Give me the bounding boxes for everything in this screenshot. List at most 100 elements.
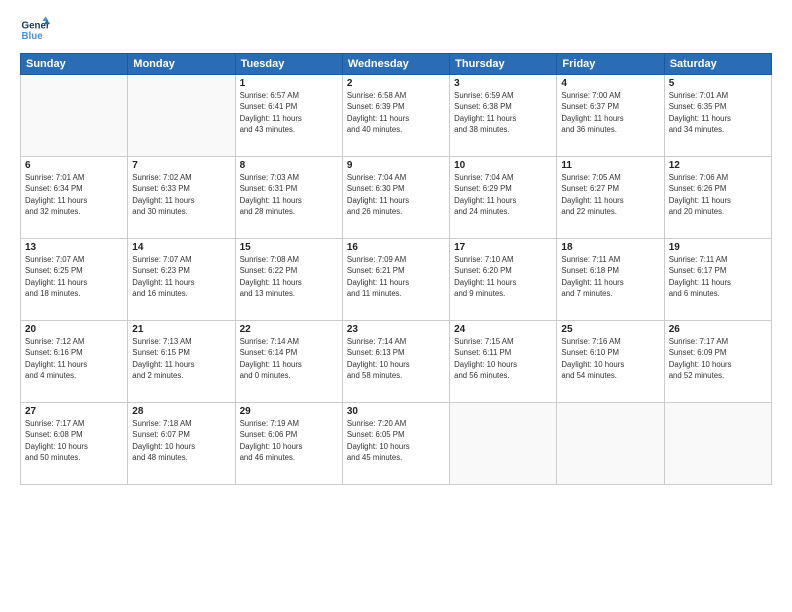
day-number: 13: [25, 242, 123, 253]
day-number: 5: [669, 78, 767, 89]
day-number: 25: [561, 324, 659, 335]
calendar-cell: 29Sunrise: 7:19 AM Sunset: 6:06 PM Dayli…: [235, 403, 342, 485]
weekday-header-saturday: Saturday: [664, 54, 771, 75]
calendar-cell: 13Sunrise: 7:07 AM Sunset: 6:25 PM Dayli…: [21, 239, 128, 321]
day-number: 8: [240, 160, 338, 171]
week-row-2: 6Sunrise: 7:01 AM Sunset: 6:34 PM Daylig…: [21, 157, 772, 239]
week-row-3: 13Sunrise: 7:07 AM Sunset: 6:25 PM Dayli…: [21, 239, 772, 321]
calendar-cell: 6Sunrise: 7:01 AM Sunset: 6:34 PM Daylig…: [21, 157, 128, 239]
calendar-cell: 3Sunrise: 6:59 AM Sunset: 6:38 PM Daylig…: [450, 75, 557, 157]
weekday-header-tuesday: Tuesday: [235, 54, 342, 75]
calendar-cell: 4Sunrise: 7:00 AM Sunset: 6:37 PM Daylig…: [557, 75, 664, 157]
day-info: Sunrise: 6:59 AM Sunset: 6:38 PM Dayligh…: [454, 90, 552, 135]
day-number: 27: [25, 406, 123, 417]
day-number: 11: [561, 160, 659, 171]
calendar-cell: 9Sunrise: 7:04 AM Sunset: 6:30 PM Daylig…: [342, 157, 449, 239]
day-number: 15: [240, 242, 338, 253]
day-info: Sunrise: 7:16 AM Sunset: 6:10 PM Dayligh…: [561, 336, 659, 381]
weekday-header-friday: Friday: [557, 54, 664, 75]
day-info: Sunrise: 7:14 AM Sunset: 6:14 PM Dayligh…: [240, 336, 338, 381]
calendar-cell: 23Sunrise: 7:14 AM Sunset: 6:13 PM Dayli…: [342, 321, 449, 403]
day-number: 26: [669, 324, 767, 335]
calendar-cell: 26Sunrise: 7:17 AM Sunset: 6:09 PM Dayli…: [664, 321, 771, 403]
day-number: 28: [132, 406, 230, 417]
day-info: Sunrise: 7:12 AM Sunset: 6:16 PM Dayligh…: [25, 336, 123, 381]
day-info: Sunrise: 7:13 AM Sunset: 6:15 PM Dayligh…: [132, 336, 230, 381]
day-number: 6: [25, 160, 123, 171]
day-number: 29: [240, 406, 338, 417]
calendar-cell: 10Sunrise: 7:04 AM Sunset: 6:29 PM Dayli…: [450, 157, 557, 239]
calendar-cell: 18Sunrise: 7:11 AM Sunset: 6:18 PM Dayli…: [557, 239, 664, 321]
day-info: Sunrise: 7:20 AM Sunset: 6:05 PM Dayligh…: [347, 418, 445, 463]
calendar-cell: 11Sunrise: 7:05 AM Sunset: 6:27 PM Dayli…: [557, 157, 664, 239]
day-info: Sunrise: 6:57 AM Sunset: 6:41 PM Dayligh…: [240, 90, 338, 135]
week-row-1: 1Sunrise: 6:57 AM Sunset: 6:41 PM Daylig…: [21, 75, 772, 157]
header: General Blue: [20, 15, 772, 45]
calendar-cell: 1Sunrise: 6:57 AM Sunset: 6:41 PM Daylig…: [235, 75, 342, 157]
calendar-cell: 20Sunrise: 7:12 AM Sunset: 6:16 PM Dayli…: [21, 321, 128, 403]
day-info: Sunrise: 7:01 AM Sunset: 6:34 PM Dayligh…: [25, 172, 123, 217]
day-number: 1: [240, 78, 338, 89]
day-number: 12: [669, 160, 767, 171]
day-info: Sunrise: 7:17 AM Sunset: 6:09 PM Dayligh…: [669, 336, 767, 381]
calendar-page: General Blue SundayMondayTuesdayWednesda…: [0, 0, 792, 612]
calendar-table: SundayMondayTuesdayWednesdayThursdayFrid…: [20, 53, 772, 485]
calendar-cell: [128, 75, 235, 157]
day-number: 4: [561, 78, 659, 89]
svg-text:Blue: Blue: [22, 31, 44, 42]
day-number: 19: [669, 242, 767, 253]
calendar-cell: 17Sunrise: 7:10 AM Sunset: 6:20 PM Dayli…: [450, 239, 557, 321]
day-number: 18: [561, 242, 659, 253]
weekday-header-row: SundayMondayTuesdayWednesdayThursdayFrid…: [21, 54, 772, 75]
calendar-cell: [664, 403, 771, 485]
day-number: 3: [454, 78, 552, 89]
weekday-header-thursday: Thursday: [450, 54, 557, 75]
day-info: Sunrise: 7:06 AM Sunset: 6:26 PM Dayligh…: [669, 172, 767, 217]
day-info: Sunrise: 7:15 AM Sunset: 6:11 PM Dayligh…: [454, 336, 552, 381]
day-number: 20: [25, 324, 123, 335]
calendar-cell: 25Sunrise: 7:16 AM Sunset: 6:10 PM Dayli…: [557, 321, 664, 403]
day-info: Sunrise: 7:18 AM Sunset: 6:07 PM Dayligh…: [132, 418, 230, 463]
day-number: 16: [347, 242, 445, 253]
calendar-cell: 12Sunrise: 7:06 AM Sunset: 6:26 PM Dayli…: [664, 157, 771, 239]
calendar-cell: 22Sunrise: 7:14 AM Sunset: 6:14 PM Dayli…: [235, 321, 342, 403]
weekday-header-sunday: Sunday: [21, 54, 128, 75]
calendar-cell: [557, 403, 664, 485]
day-info: Sunrise: 7:01 AM Sunset: 6:35 PM Dayligh…: [669, 90, 767, 135]
day-info: Sunrise: 7:09 AM Sunset: 6:21 PM Dayligh…: [347, 254, 445, 299]
day-info: Sunrise: 7:07 AM Sunset: 6:23 PM Dayligh…: [132, 254, 230, 299]
day-info: Sunrise: 7:17 AM Sunset: 6:08 PM Dayligh…: [25, 418, 123, 463]
day-info: Sunrise: 7:10 AM Sunset: 6:20 PM Dayligh…: [454, 254, 552, 299]
calendar-cell: 7Sunrise: 7:02 AM Sunset: 6:33 PM Daylig…: [128, 157, 235, 239]
day-number: 23: [347, 324, 445, 335]
day-info: Sunrise: 7:11 AM Sunset: 6:18 PM Dayligh…: [561, 254, 659, 299]
day-info: Sunrise: 7:02 AM Sunset: 6:33 PM Dayligh…: [132, 172, 230, 217]
day-info: Sunrise: 7:04 AM Sunset: 6:30 PM Dayligh…: [347, 172, 445, 217]
logo: General Blue: [20, 15, 54, 45]
day-info: Sunrise: 7:00 AM Sunset: 6:37 PM Dayligh…: [561, 90, 659, 135]
day-number: 24: [454, 324, 552, 335]
calendar-cell: [21, 75, 128, 157]
week-row-4: 20Sunrise: 7:12 AM Sunset: 6:16 PM Dayli…: [21, 321, 772, 403]
day-number: 10: [454, 160, 552, 171]
day-info: Sunrise: 7:04 AM Sunset: 6:29 PM Dayligh…: [454, 172, 552, 217]
calendar-cell: 2Sunrise: 6:58 AM Sunset: 6:39 PM Daylig…: [342, 75, 449, 157]
weekday-header-wednesday: Wednesday: [342, 54, 449, 75]
calendar-cell: 14Sunrise: 7:07 AM Sunset: 6:23 PM Dayli…: [128, 239, 235, 321]
day-info: Sunrise: 7:03 AM Sunset: 6:31 PM Dayligh…: [240, 172, 338, 217]
day-info: Sunrise: 7:07 AM Sunset: 6:25 PM Dayligh…: [25, 254, 123, 299]
day-number: 7: [132, 160, 230, 171]
day-number: 21: [132, 324, 230, 335]
day-number: 30: [347, 406, 445, 417]
calendar-cell: 8Sunrise: 7:03 AM Sunset: 6:31 PM Daylig…: [235, 157, 342, 239]
day-info: Sunrise: 7:14 AM Sunset: 6:13 PM Dayligh…: [347, 336, 445, 381]
day-info: Sunrise: 7:05 AM Sunset: 6:27 PM Dayligh…: [561, 172, 659, 217]
calendar-cell: 5Sunrise: 7:01 AM Sunset: 6:35 PM Daylig…: [664, 75, 771, 157]
day-info: Sunrise: 7:19 AM Sunset: 6:06 PM Dayligh…: [240, 418, 338, 463]
day-number: 2: [347, 78, 445, 89]
calendar-cell: 24Sunrise: 7:15 AM Sunset: 6:11 PM Dayli…: [450, 321, 557, 403]
calendar-cell: 16Sunrise: 7:09 AM Sunset: 6:21 PM Dayli…: [342, 239, 449, 321]
calendar-cell: 30Sunrise: 7:20 AM Sunset: 6:05 PM Dayli…: [342, 403, 449, 485]
calendar-cell: 15Sunrise: 7:08 AM Sunset: 6:22 PM Dayli…: [235, 239, 342, 321]
week-row-5: 27Sunrise: 7:17 AM Sunset: 6:08 PM Dayli…: [21, 403, 772, 485]
